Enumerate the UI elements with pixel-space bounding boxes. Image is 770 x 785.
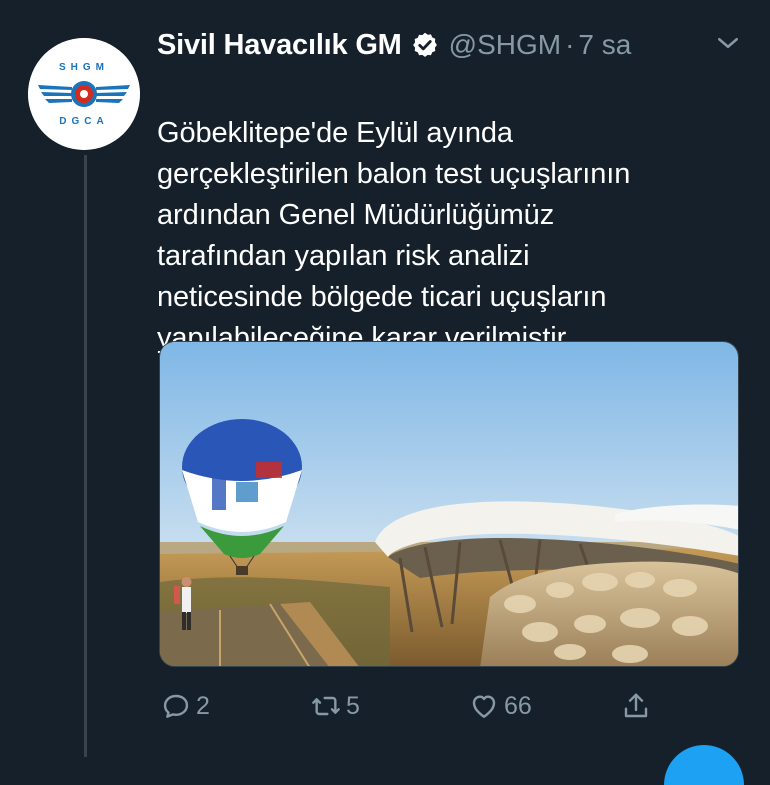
avatar-bottom-text: DGCA <box>59 116 108 127</box>
tweet-text-line: neticesinde bölgede ticari uçuşların <box>157 281 607 313</box>
tweet-text-line: tarafından yapılan risk analizi <box>157 240 530 272</box>
reply-icon <box>163 694 189 718</box>
tweet-text-line: ardından Genel Müdürlüğümüz <box>157 199 555 231</box>
reply-count: 2 <box>196 691 210 720</box>
tweet-actions: 2 5 66 <box>160 686 760 726</box>
chevron-down-icon[interactable] <box>713 28 743 58</box>
verified-badge-icon <box>412 32 437 57</box>
author-name[interactable]: Sivil Havacılık GM <box>157 29 402 62</box>
reply-button[interactable]: 2 <box>160 686 210 726</box>
retweet-icon <box>312 696 340 716</box>
author-handle[interactable]: @SHGM <box>449 29 561 61</box>
share-button[interactable] <box>620 686 656 726</box>
tweet-text-line: Göbeklitepe'de Eylül ayında <box>157 117 513 149</box>
tweet-header: Sivil Havacılık GM @SHGM · 7 sa <box>157 22 757 68</box>
compose-fab-partial[interactable] <box>664 745 744 785</box>
heart-icon <box>472 695 496 718</box>
timestamp[interactable]: 7 sa <box>578 29 631 61</box>
avatar-top-text: SHGM <box>59 62 109 73</box>
retweet-button[interactable]: 5 <box>310 686 360 726</box>
photo-balloon-gobeklitepe <box>160 342 738 666</box>
like-count: 66 <box>504 691 532 720</box>
avatar[interactable]: SHGM DGCA <box>28 38 140 150</box>
retweet-count: 5 <box>346 691 360 720</box>
thread-line <box>84 155 87 757</box>
separator: · <box>565 29 575 60</box>
share-icon <box>624 693 648 718</box>
shgm-logo-icon: SHGM DGCA <box>28 38 140 150</box>
tweet-text-line: gerçekleştirilen balon test uçuşlarının <box>157 158 631 190</box>
tweet-photo[interactable] <box>159 341 739 667</box>
tweet-text: Göbeklitepe'de Eylül ayında gerçekleştir… <box>157 72 747 359</box>
like-button[interactable]: 66 <box>468 686 532 726</box>
